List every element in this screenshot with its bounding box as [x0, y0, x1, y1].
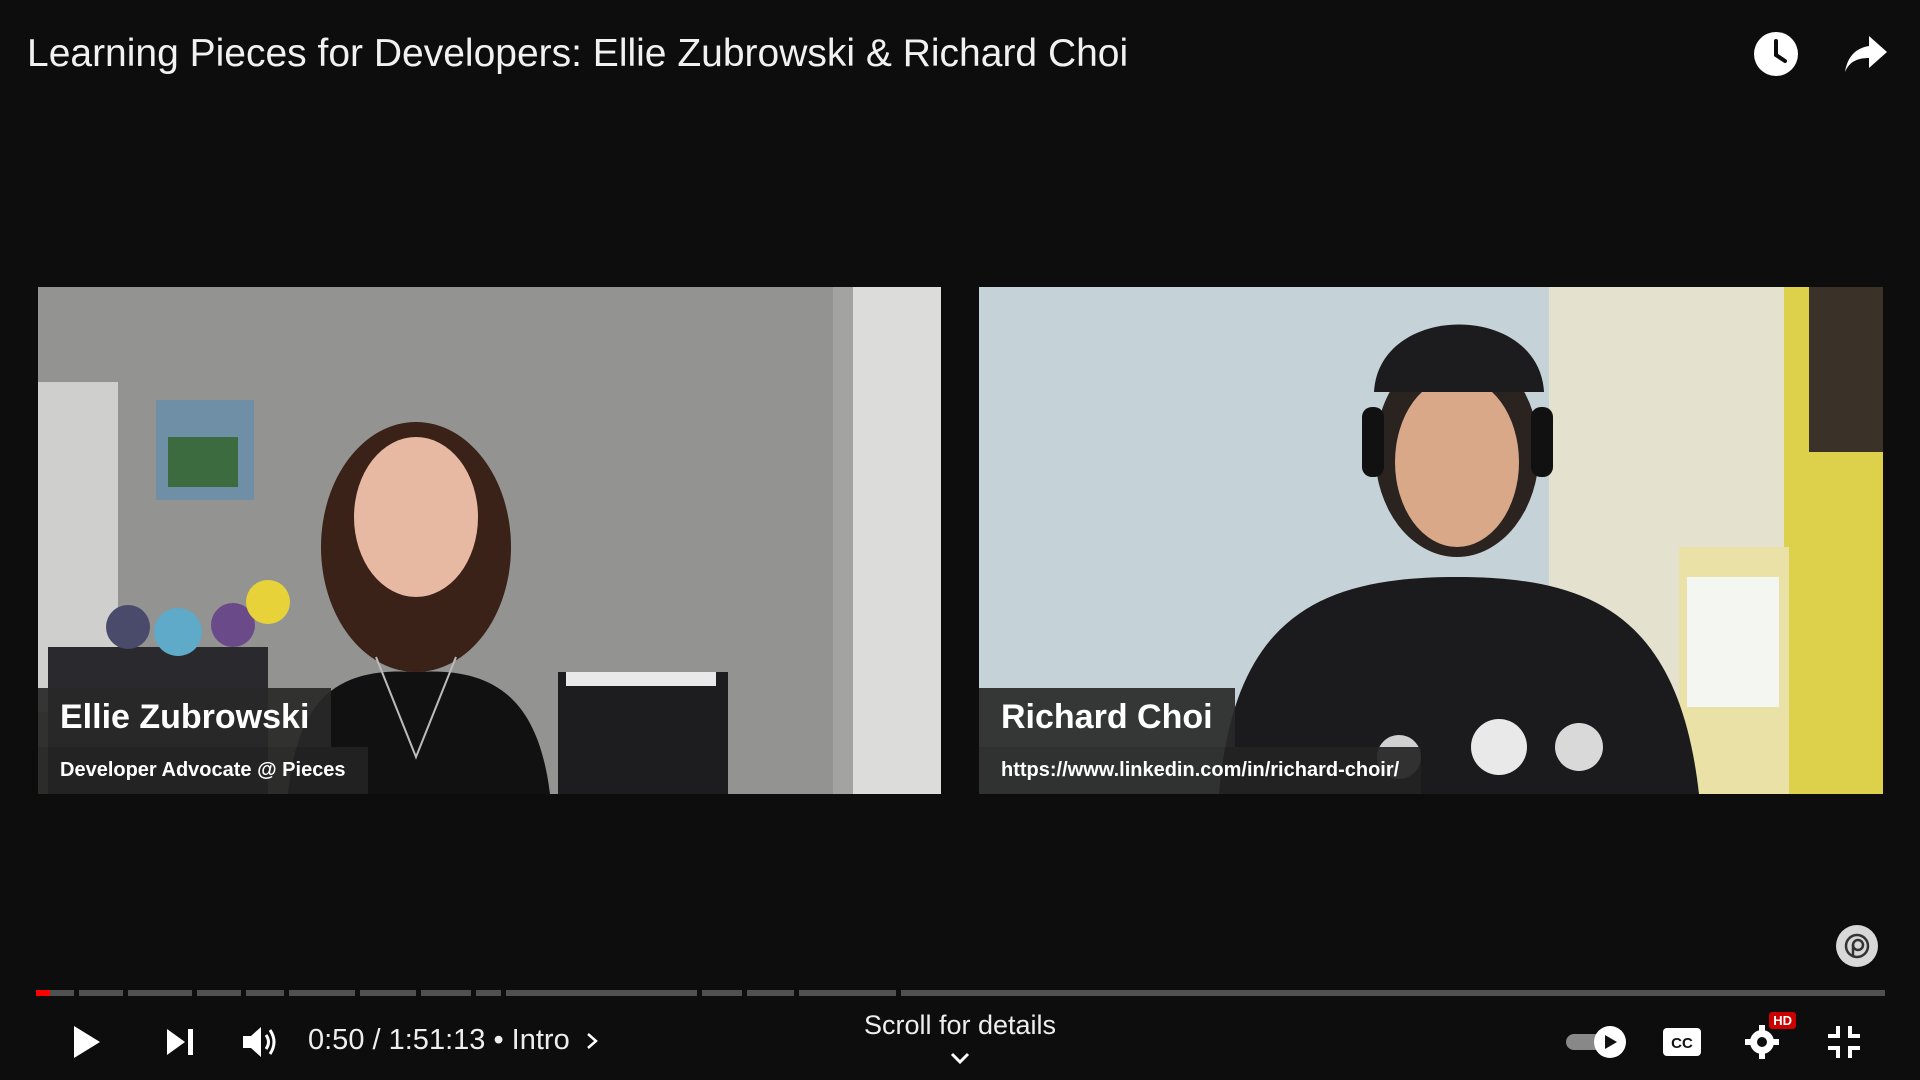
chapter-segment[interactable]: [702, 990, 742, 996]
chapter-segment[interactable]: [79, 990, 123, 996]
participant-name: Ellie Zubrowski: [38, 688, 332, 747]
chapter-segment[interactable]: [246, 990, 284, 996]
chapter-segment[interactable]: [799, 990, 896, 996]
chapter-segment[interactable]: [747, 990, 794, 996]
chapter-segment[interactable]: [289, 990, 355, 996]
watch-later-button[interactable]: [1752, 30, 1800, 78]
participant-name: Richard Choi: [979, 688, 1235, 747]
clock-icon: [1754, 32, 1798, 76]
pieces-logo-icon: [1844, 933, 1870, 959]
chapter-segment[interactable]: [128, 990, 192, 996]
channel-watermark[interactable]: [1836, 925, 1878, 967]
video-frame: Ellie Zubrowski Developer Advocate @ Pie…: [38, 287, 1883, 794]
chapter-segment[interactable]: [360, 990, 416, 996]
video-player[interactable]: Learning Pieces for Developers: Ellie Zu…: [0, 0, 1920, 1080]
progress-bar[interactable]: [36, 990, 1885, 996]
chapter-segment[interactable]: [506, 990, 697, 996]
participant-subtitle: https://www.linkedin.com/in/richard-choi…: [979, 747, 1422, 794]
chapter-segment[interactable]: [197, 990, 241, 996]
video-title: Learning Pieces for Developers: Ellie Zu…: [27, 32, 1129, 75]
participant-subtitle: Developer Advocate @ Pieces: [38, 747, 368, 794]
chevron-down-icon: [950, 1052, 970, 1065]
chapter-segment[interactable]: [901, 990, 1885, 996]
chapter-segment[interactable]: [476, 990, 501, 996]
share-arrow-icon: [1845, 36, 1887, 72]
participant-tile-ellie: Ellie Zubrowski Developer Advocate @ Pie…: [38, 287, 941, 794]
progress-played: [36, 990, 50, 996]
chapter-segment[interactable]: [421, 990, 471, 996]
share-button[interactable]: [1842, 30, 1890, 78]
scroll-for-details[interactable]: Scroll for details: [0, 1010, 1920, 1041]
participant-tile-richard: Richard Choi https://www.linkedin.com/in…: [979, 287, 1883, 794]
